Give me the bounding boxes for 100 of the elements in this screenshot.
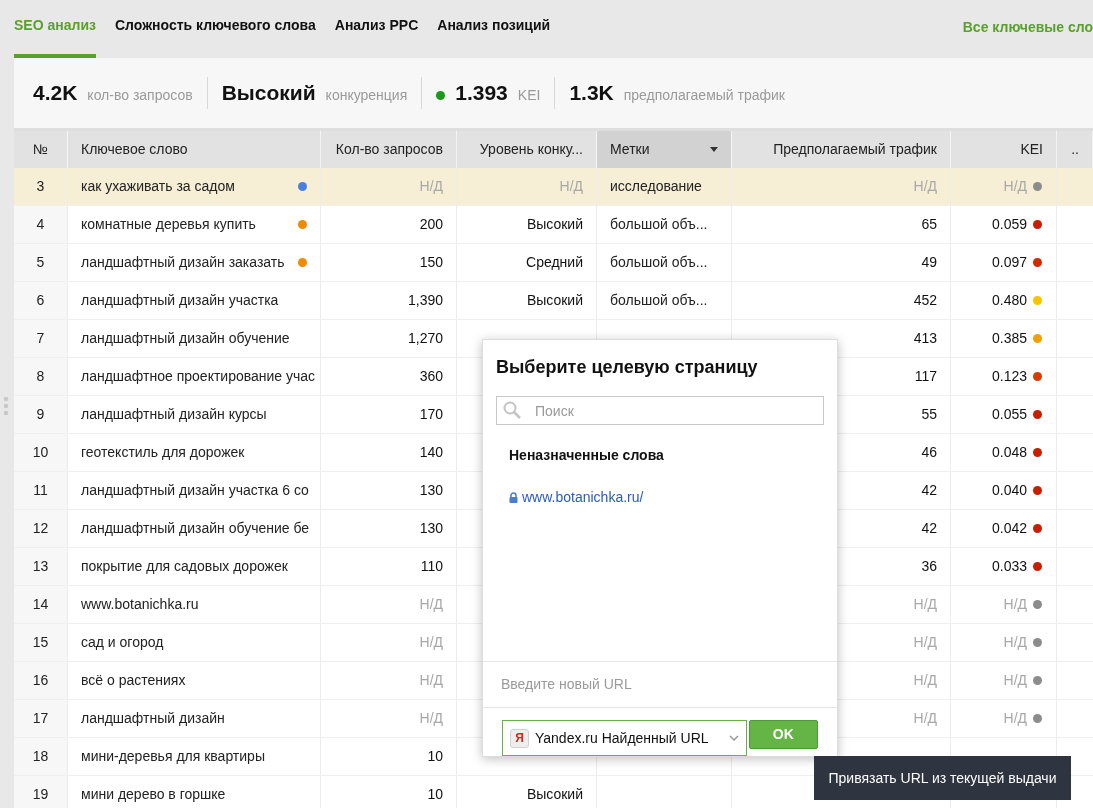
table-cell-text: ландшафтный дизайн курсы <box>81 405 267 424</box>
table-cell-text: 140 <box>419 443 443 462</box>
table-cell-text: 55 <box>921 405 937 424</box>
table-cell-text: 0.480 <box>991 291 1027 310</box>
table-cell-text: Высокий <box>526 291 583 310</box>
table-cell-text: 117 <box>914 367 937 386</box>
table-cell-text: большой объ... <box>610 253 708 272</box>
table-cell-text: Н/Д <box>419 709 443 728</box>
table-cell-text: 0.059 <box>991 215 1027 234</box>
row-number: 6 <box>14 282 68 319</box>
table-cell-text: Н/Д <box>1003 671 1027 690</box>
table-cell-text: 130 <box>419 481 443 500</box>
tab[interactable]: Анализ PPC <box>334 15 419 58</box>
table-cell-text: 0.048 <box>991 443 1027 462</box>
summary-value: 1.393 <box>455 80 508 107</box>
table-cell-text: ландшафтный дизайн участка <box>81 291 279 310</box>
page-link[interactable]: www.botanichka.ru/ <box>522 487 644 508</box>
table-cell-text: 1,270 <box>407 329 443 348</box>
table-cell-text: Высокий <box>526 215 583 234</box>
new-url-field[interactable]: Введите новый URL <box>489 674 831 695</box>
table-cell-text: 10 <box>427 785 443 804</box>
row-number: 5 <box>14 244 68 281</box>
chevron-icon <box>728 735 739 741</box>
table-cell-text: ландшафтный дизайн <box>81 709 225 728</box>
table-cell-text: ландшафтный дизайн участка 6 со <box>81 481 309 500</box>
table-cell-text: большой объ... <box>610 291 708 310</box>
row-number: 11 <box>14 472 68 509</box>
table-cell-text: Н/Д <box>913 595 937 614</box>
summary-value: 1.3K <box>569 80 614 107</box>
table-cell-text: как ухаживать за садом <box>81 177 235 196</box>
table-cell-text: 130 <box>419 519 443 538</box>
table-cell-text: Н/Д <box>419 633 443 652</box>
table-cell-text: сад и огород <box>81 633 164 652</box>
table-cell-text: Н/Д <box>1003 709 1027 728</box>
summary-label: кол-во запросов <box>87 86 193 106</box>
row-number: 12 <box>14 510 68 547</box>
table-cell-text: 0.123 <box>991 367 1027 386</box>
table-cell-text: Н/Д <box>1003 595 1027 614</box>
table-cell-text: 0.097 <box>991 253 1027 272</box>
table-cell-text: 413 <box>913 329 937 348</box>
search-icon <box>503 401 521 419</box>
table-cell-text: 42 <box>921 481 937 500</box>
row-number: 14 <box>14 586 68 623</box>
row-number: 17 <box>14 700 68 737</box>
table-cell-text: Н/Д <box>913 709 937 728</box>
row-number: 4 <box>14 206 68 243</box>
summary-label: конкуренция <box>325 86 408 106</box>
table-cell-text: Н/Д <box>419 671 443 690</box>
table-cell-text: 452 <box>913 291 937 310</box>
table-cell-text: Н/Д <box>1003 177 1027 196</box>
caret-icon <box>710 147 718 152</box>
yandex-icon: Я <box>510 728 529 748</box>
tab[interactable]: Сложность ключевого слова <box>114 15 316 58</box>
row-number: 3 <box>14 168 68 205</box>
table-cell-text: 0.385 <box>991 329 1027 348</box>
drag-handle-icon[interactable] <box>3 396 9 416</box>
table-cell-text: Н/Д <box>1003 633 1027 652</box>
table-cell-text: ландшафтный дизайн заказать <box>81 253 285 272</box>
lock-icon <box>509 492 518 503</box>
table-cell-text: 0.033 <box>991 557 1027 576</box>
row-number: 8 <box>14 358 68 395</box>
table-cell-text: исследование <box>610 177 702 196</box>
table-cell-text: 65 <box>921 215 937 234</box>
summary-label: KEI <box>517 86 541 106</box>
table-cell-text: Н/Д <box>913 671 937 690</box>
tooltip: Привязать URL из текущей выдачи <box>814 756 1071 800</box>
section-heading: Неназначенные слова <box>508 446 665 465</box>
table-cell-text: покрытие для садовых дорожек <box>81 557 288 576</box>
table-cell-text: 46 <box>921 443 937 462</box>
table-cell-text: Н/Д <box>913 633 937 652</box>
table-cell-text: ландшафтный дизайн обучение <box>81 329 290 348</box>
table-cell-text: ландшафтное проектирование учас <box>81 367 316 386</box>
table-cell-text: 49 <box>921 253 937 272</box>
column-header[interactable]: Метки <box>597 131 732 168</box>
table-cell-text: геотекстиль для дорожек <box>81 443 245 462</box>
row-number: 16 <box>14 662 68 699</box>
table-cell-text: 42 <box>921 519 937 538</box>
tab[interactable]: Анализ позиций <box>437 15 551 58</box>
row-number: 13 <box>14 548 68 585</box>
table-cell-text: 360 <box>419 367 443 386</box>
table-cell-text: 170 <box>419 405 443 424</box>
source-dropdown[interactable]: Я Yandex.ru Найденный URL <box>502 720 747 756</box>
row-number: 18 <box>14 738 68 775</box>
table-cell-text: всё о растениях <box>81 671 186 690</box>
row-number: 7 <box>14 320 68 357</box>
table-cell-text: большой объ... <box>610 215 708 234</box>
table-cell-text: 36 <box>921 557 937 576</box>
table-cell-text: 0.042 <box>991 519 1027 538</box>
table-cell-text: мини дерево в горшке <box>81 785 226 804</box>
table-cell-text: Н/Д <box>419 595 443 614</box>
search-field[interactable]: Поиск <box>496 396 824 425</box>
table-cell-text: ландшафтный дизайн обучение бе <box>81 519 310 538</box>
row-number: 10 <box>14 434 68 471</box>
table-cell-text: Н/Д <box>419 177 443 196</box>
table-cell-text: комнатные деревья купить <box>81 215 256 234</box>
table-cell-text: Н/Д <box>559 177 583 196</box>
row-number: 9 <box>14 396 68 433</box>
table-cell-text: 200 <box>419 215 443 234</box>
table-cell-text: Средний <box>526 253 583 272</box>
table-cell-text: 0.040 <box>991 481 1027 500</box>
